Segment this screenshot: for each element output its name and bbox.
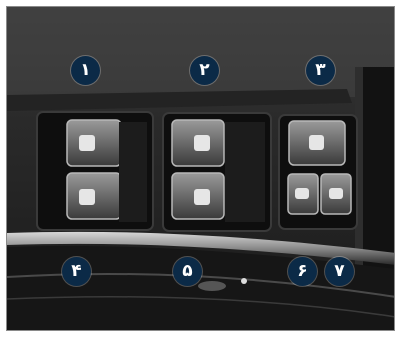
callout-2: ۲ bbox=[190, 56, 219, 85]
callout-4: ۴ bbox=[62, 257, 91, 286]
callout-5: ۵ bbox=[173, 257, 202, 286]
window-icon bbox=[194, 189, 210, 205]
callout-1: ۱ bbox=[71, 56, 100, 85]
mirror-icon bbox=[329, 188, 343, 199]
switch-group-right bbox=[278, 114, 358, 230]
callout-6: ۶ bbox=[288, 257, 317, 286]
switch-group-middle bbox=[162, 112, 272, 232]
callout-3: ۳ bbox=[306, 56, 335, 85]
switch-group-left bbox=[36, 111, 154, 231]
lock-window-icon bbox=[309, 135, 324, 150]
window-icon bbox=[194, 135, 210, 151]
photo-frame: ۱ ۲ ۳ ۴ ۵ ۶ ۷ bbox=[6, 6, 395, 331]
window-icon bbox=[79, 189, 95, 205]
callout-7: ۷ bbox=[325, 257, 354, 286]
window-icon bbox=[79, 135, 95, 151]
mirror-icon bbox=[295, 188, 309, 199]
